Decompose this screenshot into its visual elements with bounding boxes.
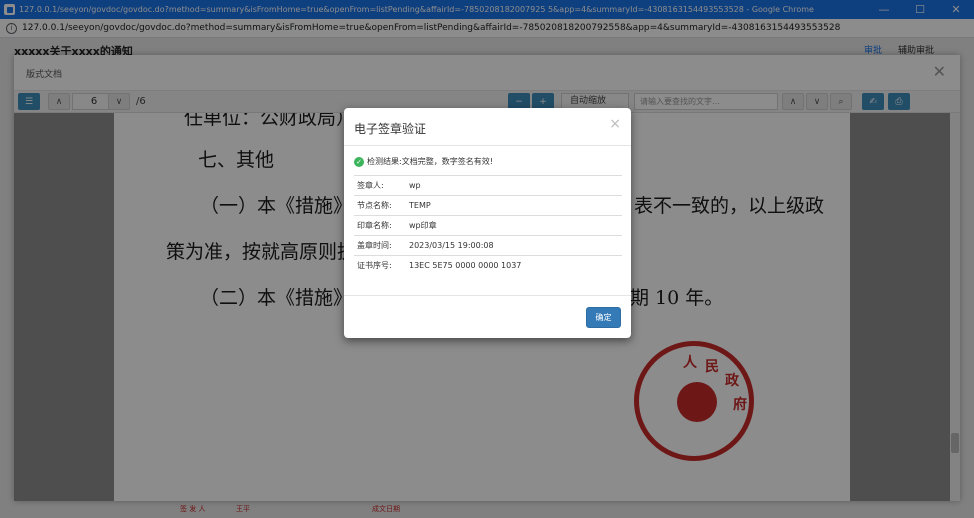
result-label: 检测结果: xyxy=(367,157,402,166)
table-row: 盖章时间: 2023/03/15 19:00:08 xyxy=(354,235,622,255)
row-key: 印章名称: xyxy=(357,221,392,230)
row-value: TEMP xyxy=(409,201,431,210)
row-key: 节点名称: xyxy=(357,201,392,210)
row-key: 签章人: xyxy=(357,181,384,190)
check-circle-icon: ✓ xyxy=(354,156,364,167)
table-row: 节点名称: TEMP xyxy=(354,195,622,215)
result-text: 文档完整，数字签名有效! xyxy=(401,157,493,166)
confirm-button[interactable]: 确定 xyxy=(586,307,621,328)
row-value: wp印章 xyxy=(409,221,437,230)
table-row: 签章人: wp xyxy=(354,175,622,195)
row-key: 盖章时间: xyxy=(357,241,392,250)
dialog-header: 电子签章验证 × xyxy=(344,108,631,146)
row-value: 2023/03/15 19:00:08 xyxy=(409,241,494,250)
row-value: 13EC 5E75 0000 0000 1037 xyxy=(409,261,522,270)
dialog-title: 电子签章验证 xyxy=(354,122,427,136)
table-row: 印章名称: wp印章 xyxy=(354,215,622,235)
dialog-close-icon[interactable]: × xyxy=(609,117,621,131)
table-row: 证书序号: 13EC 5E75 0000 0000 1037 xyxy=(354,255,622,275)
signature-verify-dialog: 电子签章验证 × ✓ 检测结果: 文档完整，数字签名有效! 签章人: wp 节点… xyxy=(344,108,631,338)
row-key: 证书序号: xyxy=(357,261,392,270)
dialog-footer: 确定 xyxy=(344,295,631,338)
verify-result: ✓ 检测结果: 文档完整，数字签名有效! xyxy=(354,156,493,167)
signature-info-table: 签章人: wp 节点名称: TEMP 印章名称: wp印章 盖章时间: 2023… xyxy=(354,175,622,275)
row-value: wp xyxy=(409,181,421,190)
